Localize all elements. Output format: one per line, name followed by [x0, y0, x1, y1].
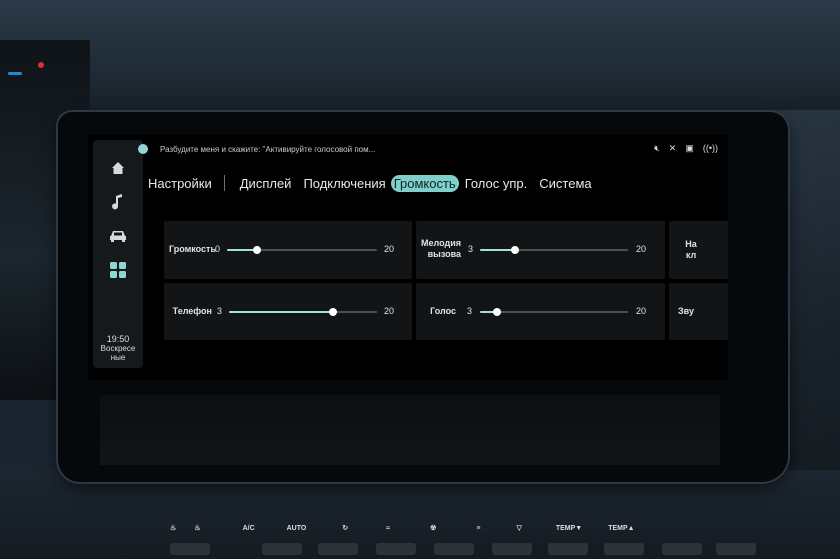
ringtone-min: 3: [468, 244, 474, 254]
temp-down-button[interactable]: TEMP▼: [556, 525, 582, 532]
status-icons: 🔇︎ ✕ ▣ ((•)): [654, 142, 718, 154]
volume-panel: Громкость 0 20: [164, 221, 412, 279]
voice-slider-knob[interactable]: [493, 308, 502, 316]
signal-icon: ((•)): [702, 143, 718, 153]
seat-heat-left-icon[interactable]: ♨: [170, 524, 176, 532]
climate-key[interactable]: [170, 543, 210, 555]
seat-heat-right-icon[interactable]: ♨: [194, 524, 200, 532]
indicator-light: [8, 72, 22, 75]
dashboard-top: [0, 0, 840, 130]
tab-system[interactable]: Система: [537, 175, 593, 192]
climate-key[interactable]: [604, 543, 644, 555]
voice-panel: Голос 3 20: [416, 283, 665, 340]
voice-assistant-icon[interactable]: [138, 144, 148, 154]
volume-slider[interactable]: [227, 246, 377, 254]
tab-volume[interactable]: Громкость: [390, 174, 459, 192]
clock-day: Воскресе ные: [100, 344, 136, 362]
tab-connections[interactable]: Подключения: [301, 175, 387, 192]
climate-key[interactable]: [662, 543, 702, 555]
dashboard-bottom: [0, 470, 840, 559]
apps-icon[interactable]: [93, 258, 143, 282]
phone-max: 20: [384, 306, 395, 316]
ringtone-slider[interactable]: [480, 246, 628, 254]
phone-min: 3: [217, 306, 223, 316]
camera-icon: ▣: [685, 143, 694, 153]
cut-panel-top: На кл: [669, 221, 728, 279]
volume-slider-knob[interactable]: [253, 246, 261, 254]
climate-key[interactable]: [434, 543, 474, 555]
voice-max: 20: [636, 306, 647, 316]
phone-slider-knob[interactable]: [329, 308, 338, 316]
recirculation-icon[interactable]: ↻: [342, 524, 348, 532]
clock: 19:50 Воскресе ные: [93, 334, 143, 363]
airflow-icon[interactable]: ≈: [386, 525, 390, 532]
page-title: Настройки: [148, 175, 212, 191]
climate-controls: ♨ ♨ A/C AUTO ↻ ≈ ☢ ≡ ▽ TEMP▼ TEMP▲: [170, 520, 770, 536]
ac-button[interactable]: A/C: [243, 525, 255, 532]
bluetooth-off-icon: ✕: [668, 143, 677, 153]
climate-key[interactable]: [492, 543, 532, 555]
side-navigation: 19:50 Воскресе ные: [93, 140, 143, 368]
phone-panel: Телефон 3 20: [164, 283, 412, 340]
phone-label: Телефон: [172, 306, 212, 316]
volume-label: Громкость: [168, 244, 216, 254]
voice-hint: Разбудите меня и скажите: "Активируйте г…: [160, 144, 376, 154]
header-divider: [223, 175, 225, 191]
music-icon[interactable]: [93, 190, 143, 214]
tab-display[interactable]: Дисплей: [238, 175, 294, 192]
windshield-icon[interactable]: ▽: [516, 524, 521, 532]
auto-button[interactable]: AUTO: [287, 525, 307, 532]
temp-up-button[interactable]: TEMP▲: [608, 525, 634, 532]
mute-icon: 🔇︎: [654, 143, 660, 153]
settings-header: Настройки Дисплей Подключения Громкость …: [148, 173, 602, 193]
cut-panel-bottom-label: Зву: [678, 306, 694, 316]
ringtone-max: 20: [636, 244, 647, 254]
ringtone-slider-knob[interactable]: [510, 246, 519, 254]
volume-max: 20: [384, 244, 395, 254]
clock-time: 19:50: [106, 334, 130, 344]
indicator-light: [38, 62, 44, 68]
voice-label: Голос: [430, 306, 456, 316]
defrost-rear-icon[interactable]: ≡: [476, 525, 480, 532]
car-icon[interactable]: [93, 224, 143, 248]
ringtone-slider-fill: [480, 249, 515, 251]
climate-key[interactable]: [376, 543, 416, 555]
phone-slider-fill: [229, 311, 334, 313]
air-vent: [100, 395, 720, 465]
status-bar: Разбудите меня и скажите: "Активируйте г…: [138, 142, 375, 156]
cut-panel-bottom: Зву: [669, 283, 728, 340]
ringtone-panel: Мелодия вызова 3 20: [416, 221, 665, 279]
home-icon[interactable]: [93, 156, 143, 180]
voice-min: 3: [467, 306, 473, 316]
voice-slider[interactable]: [480, 308, 628, 316]
climate-key[interactable]: [318, 543, 358, 555]
tab-voice-control[interactable]: Голос упр.: [463, 175, 530, 192]
infotainment-screen: 19:50 Воскресе ные Разбудите меня и скаж…: [88, 135, 728, 380]
ringtone-label: Мелодия вызова: [421, 238, 461, 259]
cut-panel-top-label: На кл: [685, 239, 697, 260]
defrost-front-icon[interactable]: ☢: [430, 524, 436, 532]
volume-min: 0: [215, 244, 221, 254]
climate-key[interactable]: [548, 543, 588, 555]
climate-key[interactable]: [262, 543, 302, 555]
climate-key[interactable]: [716, 543, 756, 555]
phone-slider[interactable]: [229, 308, 377, 316]
